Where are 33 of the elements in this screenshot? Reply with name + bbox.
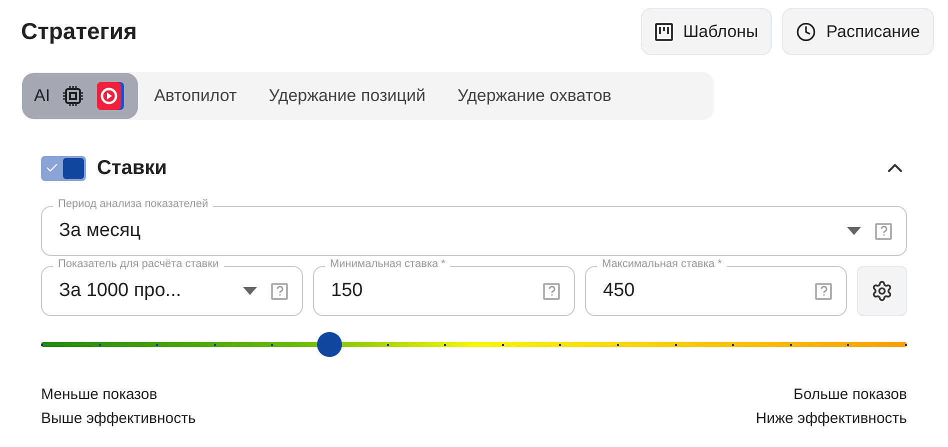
templates-button[interactable]: Шаблоны <box>641 8 772 55</box>
help-icon[interactable] <box>875 222 892 240</box>
settings-icon <box>871 280 893 302</box>
field-value: 450 <box>603 278 636 303</box>
field-label: Период анализа показателей <box>53 197 214 211</box>
schedule-button[interactable]: Расписание <box>782 8 934 55</box>
tab[interactable]: Удержание охватов <box>441 73 628 119</box>
field-value: 150 <box>331 278 364 303</box>
scale-caption: Меньше показов <box>41 385 158 405</box>
slider-track[interactable] <box>41 332 907 357</box>
section-toggle[interactable] <box>41 156 86 180</box>
help-icon[interactable] <box>815 282 832 300</box>
dropdown-caret-icon[interactable] <box>847 227 861 235</box>
page-title: Стратегия <box>21 17 137 46</box>
field-value: За 1000 про... <box>59 278 182 303</box>
tab[interactable]: Удержание позиций <box>252 73 442 119</box>
tab[interactable]: AI <box>22 73 138 119</box>
help-icon[interactable] <box>271 282 288 300</box>
tab[interactable]: Автопилот <box>138 73 253 119</box>
slider-thumb[interactable] <box>317 332 342 357</box>
scale-caption: Больше показов <box>793 385 907 405</box>
scale-caption: Ниже эффективность <box>756 409 907 429</box>
field-value: За месяц <box>59 218 142 243</box>
play-logo-icon <box>96 81 126 111</box>
clock-icon <box>796 22 816 42</box>
field-label: Показатель для расчёта ставки <box>53 257 224 271</box>
scale-caption: Выше эффективность <box>41 409 196 429</box>
settings-button[interactable] <box>857 266 907 316</box>
board-icon <box>655 22 674 40</box>
chip-icon <box>62 85 84 107</box>
dropdown-caret-icon[interactable] <box>243 287 257 295</box>
section-title: Ставки <box>97 156 167 181</box>
help-icon[interactable] <box>543 282 560 300</box>
